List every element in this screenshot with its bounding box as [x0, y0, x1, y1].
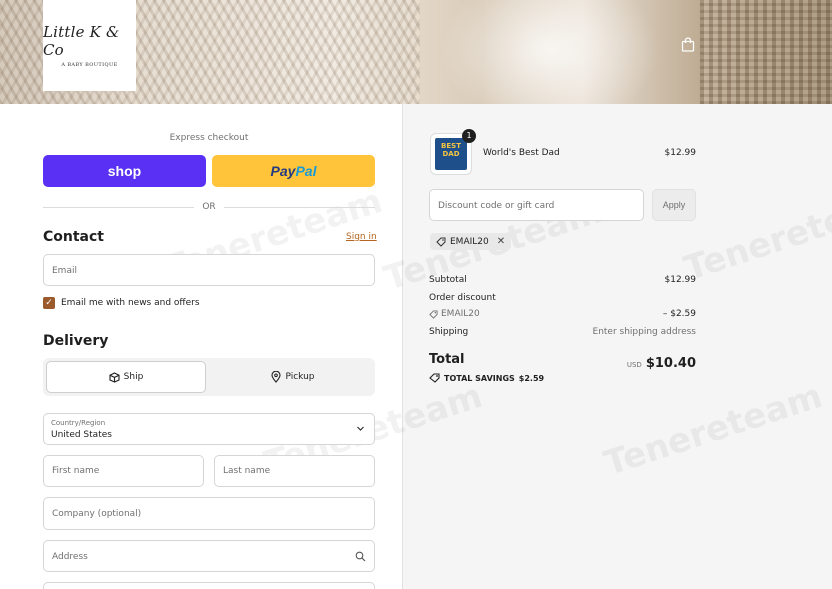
- company-placeholder: Company (optional): [52, 509, 142, 519]
- savings-value: $2.59: [518, 373, 545, 383]
- ship-option[interactable]: Ship: [46, 361, 206, 393]
- product-price: $12.99: [664, 148, 697, 158]
- discount-placeholder: Discount code or gift card: [438, 201, 555, 211]
- chevron-down-icon: [357, 426, 364, 431]
- order-discount-label: Order discount: [429, 293, 496, 303]
- discount-value: – $2.59: [662, 309, 696, 319]
- total-value-group: USD $10.40: [560, 352, 696, 371]
- discount-code-input[interactable]: Discount code or gift card: [429, 189, 644, 221]
- remove-discount-icon[interactable]: ✕: [497, 236, 505, 247]
- country-value: United States: [51, 430, 112, 440]
- paypal-text-pay: Pay: [270, 163, 296, 179]
- address-placeholder: Address: [52, 552, 88, 562]
- logo-text: Little K & Co: [43, 23, 120, 59]
- divider-line: [43, 206, 195, 208]
- country-label: Country/Region: [51, 419, 106, 427]
- applied-code: EMAIL20: [450, 236, 489, 247]
- apply-button[interactable]: Apply: [652, 189, 696, 221]
- express-checkout-label: Express checkout: [169, 133, 249, 143]
- next-field[interactable]: [43, 582, 375, 589]
- last-name-field[interactable]: Last name: [214, 455, 375, 487]
- tag-icon: [429, 309, 438, 319]
- paypal-text-pal: Pal: [295, 163, 317, 179]
- or-text: OR: [202, 202, 216, 212]
- country-select[interactable]: Country/Region United States: [43, 413, 375, 445]
- box-icon: [109, 371, 120, 383]
- email-field[interactable]: Email: [43, 254, 375, 286]
- divider-line: [223, 206, 375, 208]
- ship-label: Ship: [123, 372, 144, 382]
- paypal-button[interactable]: Pay Pal: [212, 155, 375, 187]
- email-placeholder: Email: [52, 266, 77, 276]
- discount-code-row: EMAIL20: [429, 309, 480, 319]
- or-divider: OR: [43, 201, 375, 213]
- total-savings: TOTAL SAVINGS $2.59: [429, 373, 544, 383]
- pickup-option[interactable]: Pickup: [213, 361, 373, 393]
- search-icon: [355, 551, 366, 562]
- first-name-placeholder: First name: [52, 466, 100, 476]
- order-summary-panel: [402, 104, 832, 589]
- shipping-label: Shipping: [429, 327, 469, 337]
- applied-discount-chip: EMAIL20 ✕: [430, 233, 512, 250]
- tag-icon: [429, 373, 440, 383]
- store-logo[interactable]: Little K & Co A BABY BOUTIQUE: [43, 0, 136, 91]
- header-banner: Little K & Co A BABY BOUTIQUE: [0, 0, 832, 104]
- subtotal-value: $12.99: [664, 275, 697, 285]
- currency-code: USD: [626, 361, 642, 369]
- total-amount: $10.40: [645, 356, 696, 371]
- last-name-placeholder: Last name: [223, 466, 271, 476]
- quantity-badge: 1: [462, 129, 476, 143]
- first-name-field[interactable]: First name: [43, 455, 204, 487]
- logo-subtitle: A BABY BOUTIQUE: [61, 62, 118, 68]
- product-image: BEST DAD: [435, 138, 467, 170]
- shipping-value: Enter shipping address: [592, 327, 696, 337]
- tag-icon: [436, 237, 446, 247]
- subtotal-label: Subtotal: [429, 275, 467, 285]
- banner-soft-light: [440, 0, 660, 104]
- newsletter-label: Email me with news and offers: [61, 298, 200, 308]
- location-pin-icon: [271, 371, 282, 383]
- shopping-bag-icon[interactable]: [681, 37, 695, 52]
- delivery-method-toggle: Ship Pickup: [43, 358, 375, 396]
- address-field[interactable]: Address: [43, 540, 375, 572]
- banner-knit-texture-right: [700, 0, 832, 104]
- total-label: Total: [429, 352, 465, 367]
- sign-in-link[interactable]: Sign in: [346, 232, 377, 242]
- savings-label: TOTAL SAVINGS: [444, 373, 515, 383]
- discount-code-text: EMAIL20: [441, 309, 480, 319]
- product-name: World's Best Dad: [483, 148, 560, 158]
- pickup-label: Pickup: [285, 372, 315, 382]
- contact-heading: Contact: [43, 229, 104, 245]
- delivery-heading: Delivery: [43, 333, 109, 349]
- newsletter-checkbox[interactable]: ✓: [43, 297, 55, 309]
- shop-pay-button[interactable]: shop: [43, 155, 206, 187]
- company-field[interactable]: Company (optional): [43, 497, 375, 530]
